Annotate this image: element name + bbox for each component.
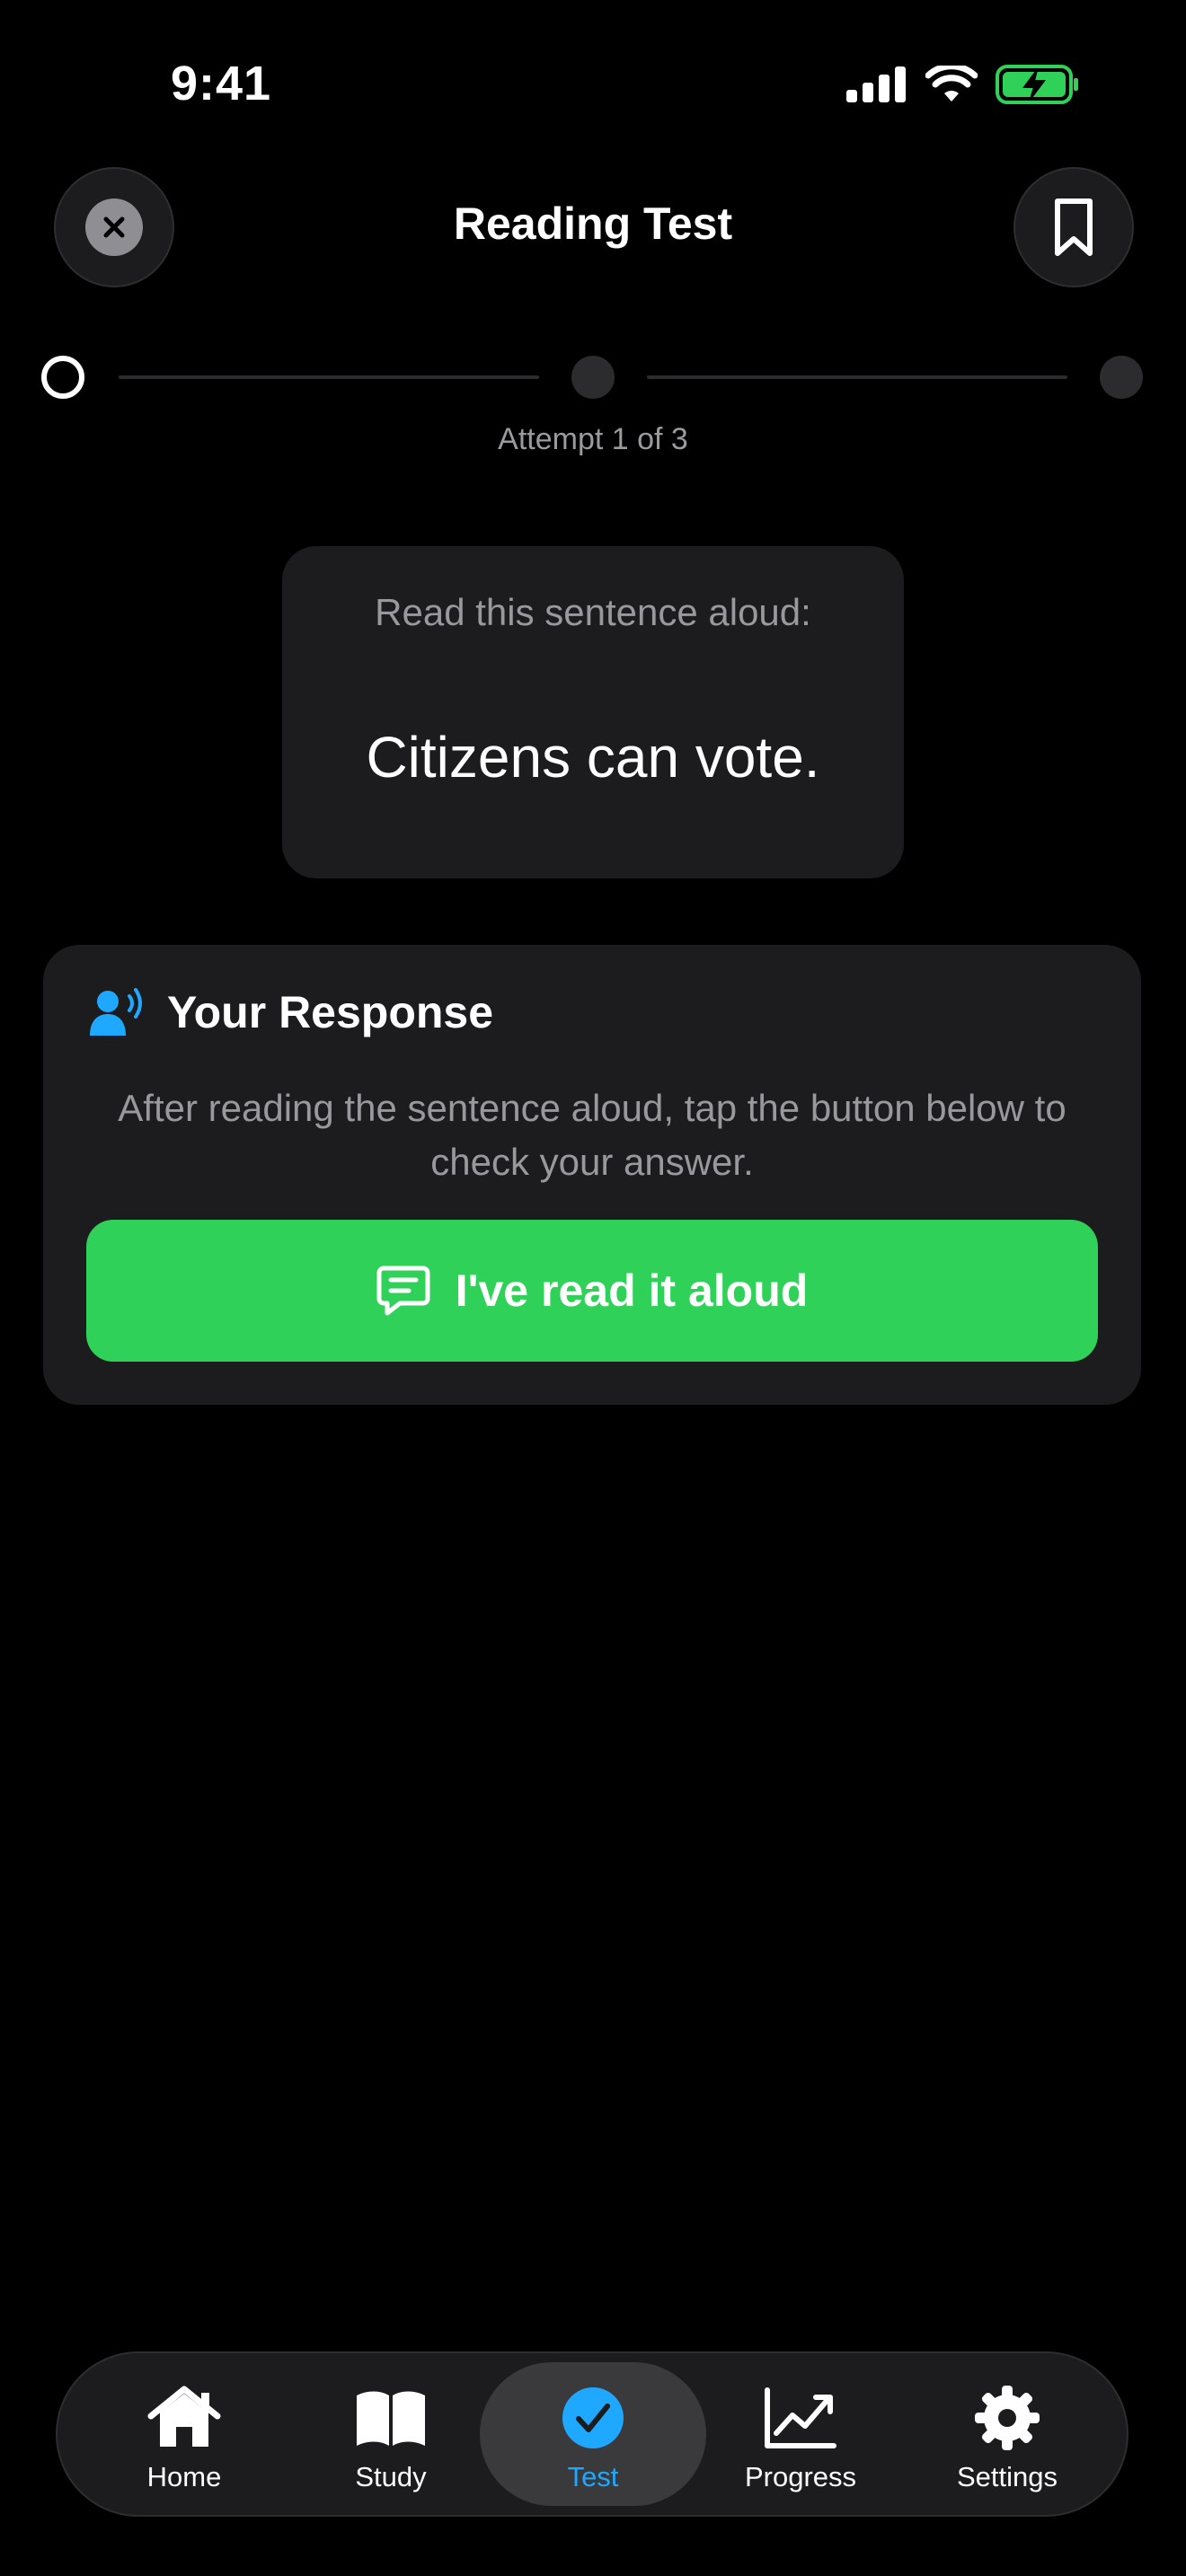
response-description: After reading the sentence aloud, tap th… (118, 1087, 1067, 1183)
prompt-sentence: Citizens can vote. (366, 725, 820, 790)
bookmark-button[interactable] (1013, 167, 1134, 287)
step-2-indicator (571, 356, 615, 399)
step-1-indicator (41, 356, 84, 399)
wifi-icon (925, 66, 978, 101)
book-icon (353, 2382, 429, 2454)
person-speaking-icon (90, 988, 142, 1036)
page-title: Reading Test (453, 198, 733, 249)
step-connector (647, 375, 1067, 379)
response-card: Your Response After reading the sentence… (43, 945, 1141, 1405)
status-time: 9:41 (171, 57, 272, 110)
chart-icon (764, 2382, 837, 2454)
tab-settings[interactable]: Settings (904, 2362, 1111, 2506)
checkmark-circle-icon (561, 2382, 625, 2454)
chat-bubble-icon (376, 1266, 430, 1316)
response-title: Your Response (167, 987, 494, 1037)
read-aloud-button[interactable]: I've read it aloud (86, 1220, 1098, 1362)
prompt-instruction: Read this sentence aloud: (375, 591, 811, 633)
cellular-signal-icon (846, 66, 906, 102)
tab-progress[interactable]: Progress (697, 2362, 904, 2506)
prompt-card: Read this sentence aloud: Citizens can v… (282, 546, 904, 878)
read-aloud-button-label: I've read it aloud (455, 1266, 809, 1316)
tab-label: Progress (744, 2461, 857, 2492)
tab-study[interactable]: Study (288, 2362, 494, 2506)
tab-label: Home (146, 2461, 222, 2492)
house-icon (147, 2382, 221, 2454)
tab-label: Settings (956, 2461, 1058, 2492)
battery-charging-icon (996, 65, 1078, 104)
status-icons (846, 65, 1080, 104)
attempt-counter: Attempt 1 of 3 (498, 422, 688, 456)
step-3-indicator (1100, 356, 1143, 399)
tab-label: Test (567, 2461, 619, 2492)
tab-test[interactable]: Test (480, 2362, 706, 2506)
tab-bar: Home Study Test Progress Settings (56, 2351, 1128, 2517)
tab-home[interactable]: Home (81, 2362, 288, 2506)
step-connector (119, 375, 539, 379)
gear-icon (973, 2382, 1041, 2454)
tab-label: Study (355, 2461, 427, 2492)
response-header: Your Response (90, 986, 493, 1038)
bookmark-icon (1055, 198, 1093, 256)
